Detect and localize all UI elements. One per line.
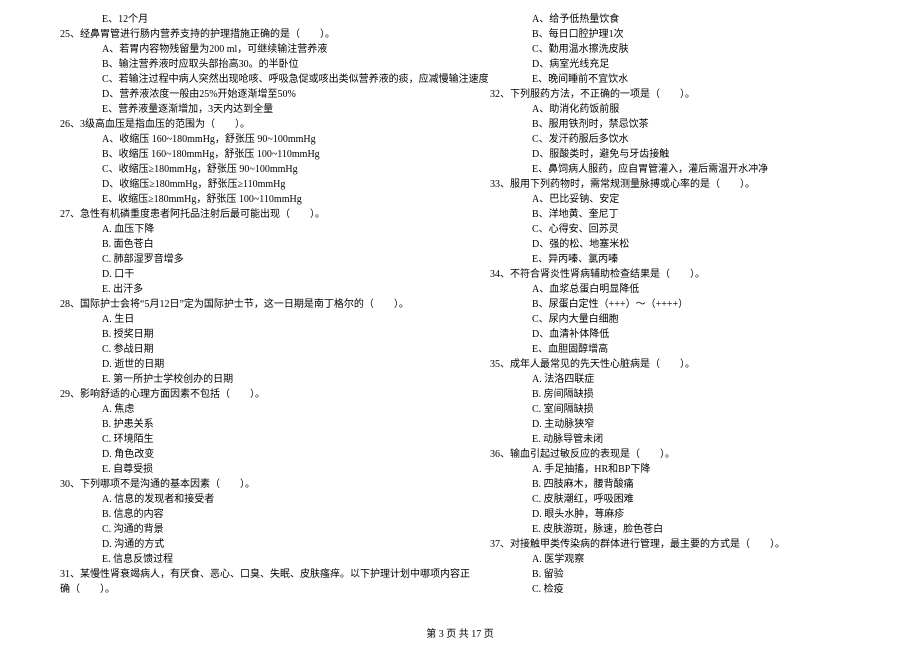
answer-option: B、收缩压 160~180mmHg，舒张压 100~110mmHg <box>60 147 450 162</box>
answer-option: B、每日口腔护理1次 <box>490 27 880 42</box>
exam-page: E、12个月25、经鼻胃管进行肠内营养支持的护理措施正确的是（ ）。A、若胃内容… <box>0 0 920 620</box>
answer-option: C. 检疫 <box>490 582 880 597</box>
answer-option: A、收缩压 160~180mmHg，舒张压 90~100mmHg <box>60 132 450 147</box>
answer-option: E、异丙嗪、氯丙嗪 <box>490 252 880 267</box>
answer-option: C. 参战日期 <box>60 342 450 357</box>
answer-option: D、病室光线充足 <box>490 57 880 72</box>
answer-option: C. 皮肤潮红，呼吸困难 <box>490 492 880 507</box>
answer-option: C. 环境陌生 <box>60 432 450 447</box>
answer-option: E. 出汗多 <box>60 282 450 297</box>
answer-option: A. 血压下降 <box>60 222 450 237</box>
answer-option: A、给予低热量饮食 <box>490 12 880 27</box>
answer-option: E. 信息反馈过程 <box>60 552 450 567</box>
answer-option: D. 主动脉狭窄 <box>490 417 880 432</box>
answer-option: E、鼻饲病人服药，应自胃管灌入，灌后需温开水冲净 <box>490 162 880 177</box>
answer-option: C、勤用温水擦洗皮肤 <box>490 42 880 57</box>
answer-option: E、12个月 <box>60 12 450 27</box>
answer-option: A. 生日 <box>60 312 450 327</box>
answer-option: A. 医学观察 <box>490 552 880 567</box>
answer-option: B. 护患关系 <box>60 417 450 432</box>
answer-option: E、收缩压≥180mmHg，舒张压 100~110mmHg <box>60 192 450 207</box>
question-line: 33、服用下列药物时，需常规测量脉搏或心率的是（ ）。 <box>490 177 880 192</box>
answer-option: C、发汗药服后多饮水 <box>490 132 880 147</box>
answer-option: A、助消化药饭前服 <box>490 102 880 117</box>
answer-option: A. 手足抽搐，HR和BP下降 <box>490 462 880 477</box>
answer-option: D. 口干 <box>60 267 450 282</box>
question-line: 30、下列哪项不是沟通的基本因素（ ）。 <box>60 477 450 492</box>
answer-option: C、收缩压≥180mmHg，舒张压 90~100mmHg <box>60 162 450 177</box>
answer-option: B. 留验 <box>490 567 880 582</box>
question-line: 34、不符合肾炎性肾病辅助检查结果是（ ）。 <box>490 267 880 282</box>
answer-option: B、服用铁剂时，禁忌饮茶 <box>490 117 880 132</box>
answer-option: E、晚间睡前不宜饮水 <box>490 72 880 87</box>
answer-option: D、营养液浓度一般由25%开始逐渐增至50% <box>60 87 450 102</box>
answer-option: B、输注营养液时应取头部抬高30。的半卧位 <box>60 57 450 72</box>
answer-option: D、强的松、地塞米松 <box>490 237 880 252</box>
answer-option: C. 室间隔缺损 <box>490 402 880 417</box>
answer-option: B. 四肢麻木，腰背酸痛 <box>490 477 880 492</box>
answer-option: B. 信息的内容 <box>60 507 450 522</box>
answer-option: A. 法洛四联症 <box>490 372 880 387</box>
answer-option: C. 沟通的背景 <box>60 522 450 537</box>
page-footer: 第 3 页 共 17 页 <box>0 625 920 640</box>
right-column: A、给予低热量饮食B、每日口腔护理1次C、勤用温水擦洗皮肤D、病室光线充足E、晚… <box>470 12 880 620</box>
answer-option: C. 肺部湿罗音增多 <box>60 252 450 267</box>
answer-option: C、心得安、回苏灵 <box>490 222 880 237</box>
answer-option: E. 自尊受损 <box>60 462 450 477</box>
question-line: 26、3级高血压是指血压的范围为（ ）。 <box>60 117 450 132</box>
question-line: 27、急性有机磷重度患者阿托品注射后最可能出现（ ）。 <box>60 207 450 222</box>
answer-option: B. 房间隔缺损 <box>490 387 880 402</box>
question-line: 25、经鼻胃管进行肠内营养支持的护理措施正确的是（ ）。 <box>60 27 450 42</box>
answer-option: E. 动脉导管未闭 <box>490 432 880 447</box>
answer-option: D. 角色改变 <box>60 447 450 462</box>
answer-option: B、洋地黄、奎尼丁 <box>490 207 880 222</box>
question-line: 32、下列服药方法，不正确的一项是（ ）。 <box>490 87 880 102</box>
question-line: 36、输血引起过敏反应的表现是（ ）。 <box>490 447 880 462</box>
answer-option: E. 第一所护士学校创办的日期 <box>60 372 450 387</box>
answer-option: A、血浆总蛋白明显降低 <box>490 282 880 297</box>
answer-option: D. 沟通的方式 <box>60 537 450 552</box>
answer-option: D. 眼头水肿，荨麻疹 <box>490 507 880 522</box>
answer-option: E、血胆固醇增高 <box>490 342 880 357</box>
answer-option: A、巴比妥钠、安定 <box>490 192 880 207</box>
answer-option: D. 逝世的日期 <box>60 357 450 372</box>
answer-option: E、营养液量逐渐增加，3天内达到全量 <box>60 102 450 117</box>
answer-option: A. 焦虑 <box>60 402 450 417</box>
left-column: E、12个月25、经鼻胃管进行肠内营养支持的护理措施正确的是（ ）。A、若胃内容… <box>60 12 470 620</box>
answer-option: C、尿内大量白细胞 <box>490 312 880 327</box>
question-line: 28、国际护士会将“5月12日”定为国际护士节，这一日期是南丁格尔的（ ）。 <box>60 297 450 312</box>
answer-option: E. 皮肤游斑，脉速，脸色苍白 <box>490 522 880 537</box>
question-line: 31、某慢性肾衰竭病人，有厌食、恶心、口臭、失眠、皮肤瘙痒。以下护理计划中哪项内… <box>60 567 450 582</box>
answer-option: D、服酸类时，避免与牙齿接触 <box>490 147 880 162</box>
answer-option: C、若输注过程中病人突然出现呛咳、呼吸急促或咳出类似营养液的痰，应减慢输注速度 <box>60 72 450 87</box>
answer-option: B、尿蛋白定性（+++）～（++++） <box>490 297 880 312</box>
answer-option: D、血清补体降低 <box>490 327 880 342</box>
answer-option: B. 面色苍白 <box>60 237 450 252</box>
question-line: 35、成年人最常见的先天性心脏病是（ ）。 <box>490 357 880 372</box>
question-line: 29、影响舒适的心理方面因素不包括（ ）。 <box>60 387 450 402</box>
answer-option: A、若胃内容物残留量为200 ml，可继续输注营养液 <box>60 42 450 57</box>
answer-option: A. 信息的发现者和接受者 <box>60 492 450 507</box>
answer-option: B. 授奖日期 <box>60 327 450 342</box>
question-line: 确（ ）。 <box>60 582 450 597</box>
question-line: 37、对接触甲类传染病的群体进行管理，最主要的方式是（ ）。 <box>490 537 880 552</box>
answer-option: D、收缩压≥180mmHg，舒张压≥110mmHg <box>60 177 450 192</box>
